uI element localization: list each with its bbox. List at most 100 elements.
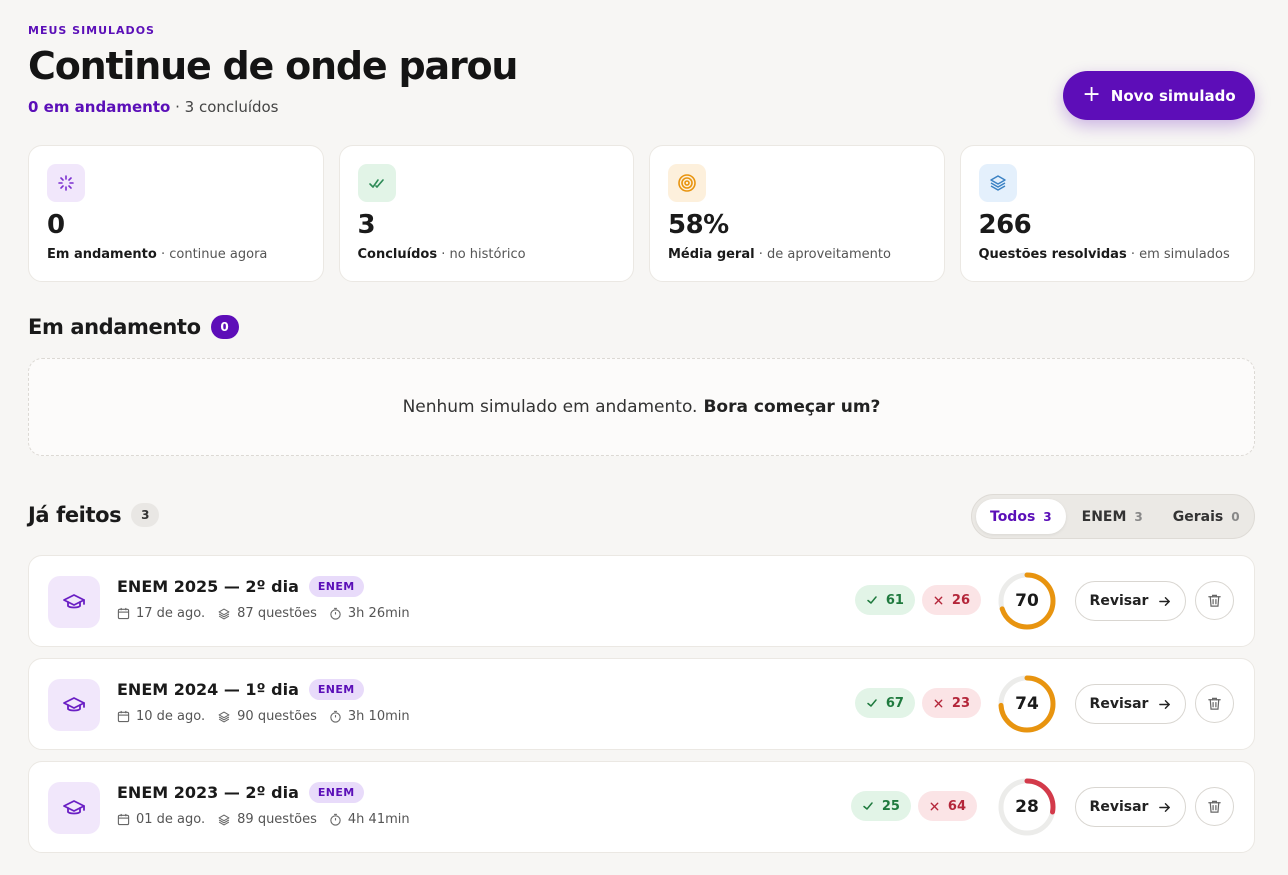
correct-count-badge: 61	[854, 585, 915, 615]
timer-icon	[330, 813, 341, 826]
done-header: Já feitos 3	[28, 503, 160, 527]
correct-count-badge: 67	[854, 688, 915, 718]
layers-icon	[978, 164, 1017, 202]
exam-tag: ENEM	[308, 576, 364, 597]
filter-tab-todos[interactable]: Todos 3	[976, 499, 1066, 534]
simulation-name: ENEM 2025 — 2º dia	[117, 577, 299, 596]
empty-state-cta[interactable]: Bora começar um?	[703, 397, 880, 417]
delete-button[interactable]	[1195, 684, 1234, 723]
stat-value: 3	[357, 210, 376, 240]
graduation-cap-icon	[48, 576, 100, 628]
graduation-cap-icon	[48, 782, 100, 834]
trash-icon	[1208, 594, 1221, 607]
simulation-row[interactable]: ENEM 2024 — 1º dia ENEM 10 de ago. 90 qu…	[28, 658, 1255, 750]
row-title: ENEM 2025 — 2º dia ENEM	[117, 576, 364, 597]
page-subtitle: 0 em andamento · 3 concluídos	[28, 98, 279, 116]
filter-tabs: Todos 3 ENEM 3 Gerais 0	[971, 494, 1255, 539]
calendar-icon	[117, 607, 130, 620]
simulation-name: ENEM 2024 — 1º dia	[117, 680, 299, 699]
summary-separator: ·	[175, 98, 180, 116]
date-meta: 01 de ago.	[117, 812, 205, 827]
section-count-badge: 0	[210, 315, 239, 339]
stat-card-completed: 3 Concluídos · no histórico	[338, 145, 634, 282]
calendar-icon	[117, 813, 130, 826]
score-ring: 74	[997, 674, 1057, 734]
empty-state-text: Nenhum simulado em andamento.	[402, 397, 698, 417]
stat-value: 58%	[668, 210, 729, 240]
in-progress-header: Em andamento 0	[28, 315, 239, 339]
double-check-icon	[357, 164, 396, 202]
answer-counts: 67 23	[854, 688, 981, 718]
completed-summary: 3 concluídos	[184, 98, 279, 116]
new-simulation-label: Novo simulado	[1110, 86, 1236, 105]
stat-label: Concluídos · no histórico	[357, 247, 526, 262]
trash-icon	[1208, 800, 1221, 813]
wrong-count-badge: 26	[921, 585, 981, 615]
timer-icon	[330, 710, 341, 723]
in-progress-summary: 0 em andamento	[28, 98, 171, 116]
review-button[interactable]: Revisar	[1075, 581, 1186, 621]
x-icon	[930, 802, 939, 810]
row-meta: 17 de ago. 87 questões 3h 26min	[117, 606, 410, 621]
arrow-right-icon	[1159, 802, 1171, 812]
stat-label: Questões resolvidas · em simulados	[978, 247, 1230, 262]
check-icon	[863, 802, 873, 810]
date-meta: 17 de ago.	[117, 606, 205, 621]
stat-card-in-progress: 0 Em andamento · continue agora	[28, 145, 324, 282]
score-ring: 70	[997, 571, 1057, 631]
score-value: 28	[1015, 797, 1039, 817]
questions-meta: 90 questões	[217, 709, 317, 724]
arrow-right-icon	[1159, 596, 1171, 606]
answer-counts: 61 26	[854, 585, 981, 615]
check-icon	[867, 596, 877, 604]
questions-meta: 89 questões	[217, 812, 317, 827]
exam-tag: ENEM	[308, 782, 364, 803]
date-meta: 10 de ago.	[117, 709, 205, 724]
delete-button[interactable]	[1195, 787, 1234, 826]
x-icon	[934, 699, 943, 707]
plus-icon: +	[1082, 81, 1101, 107]
simulation-row[interactable]: ENEM 2025 — 2º dia ENEM 17 de ago. 87 qu…	[28, 555, 1255, 647]
duration-meta: 4h 41min	[329, 812, 410, 827]
simulation-name: ENEM 2023 — 2º dia	[117, 783, 299, 802]
row-title: ENEM 2024 — 1º dia ENEM	[117, 679, 364, 700]
layers-icon	[218, 608, 230, 619]
stat-card-average: 58% Média geral · de aproveitamento	[649, 145, 945, 282]
new-simulation-button[interactable]: + Novo simulado	[1063, 71, 1255, 120]
spinner-icon	[47, 164, 85, 202]
check-icon	[867, 699, 877, 707]
x-icon	[934, 596, 943, 604]
score-value: 74	[1015, 694, 1039, 714]
stat-card-questions: 266 Questões resolvidas · em simulados	[959, 145, 1255, 282]
empty-state: Nenhum simulado em andamento. Bora começ…	[28, 358, 1255, 456]
exam-tag: ENEM	[308, 679, 364, 700]
stats-cards: 0 Em andamento · continue agora 3 Conclu…	[28, 145, 1255, 282]
stat-label: Média geral · de aproveitamento	[668, 247, 891, 262]
simulation-row[interactable]: ENEM 2023 — 2º dia ENEM 01 de ago. 89 qu…	[28, 761, 1255, 853]
row-meta: 01 de ago. 89 questões 4h 41min	[117, 812, 410, 827]
wrong-count-badge: 64	[917, 791, 977, 821]
layers-icon	[218, 711, 230, 722]
duration-meta: 3h 26min	[329, 606, 410, 621]
correct-count-badge: 25	[850, 791, 911, 821]
review-button[interactable]: Revisar	[1075, 684, 1186, 724]
page-eyebrow: MEUS SIMULADOS	[28, 24, 155, 37]
simulados-page: MEUS SIMULADOS Continue de onde parou 0 …	[28, 0, 1255, 875]
section-title: Já feitos	[28, 503, 122, 527]
section-title: Em andamento	[28, 315, 201, 339]
page-title: Continue de onde parou	[28, 44, 518, 88]
filter-tab-gerais[interactable]: Gerais 0	[1159, 499, 1254, 534]
trash-icon	[1208, 697, 1221, 710]
score-ring: 28	[997, 777, 1057, 837]
delete-button[interactable]	[1195, 581, 1234, 620]
questions-meta: 87 questões	[217, 606, 317, 621]
stat-value: 266	[978, 210, 1032, 240]
review-button[interactable]: Revisar	[1075, 787, 1186, 827]
stat-value: 0	[47, 210, 65, 240]
section-count-badge: 3	[131, 503, 160, 527]
arrow-right-icon	[1159, 699, 1171, 709]
filter-tab-enem[interactable]: ENEM 3	[1068, 499, 1157, 534]
stat-label: Em andamento · continue agora	[47, 247, 268, 262]
wrong-count-badge: 23	[921, 688, 981, 718]
calendar-icon	[117, 710, 130, 723]
